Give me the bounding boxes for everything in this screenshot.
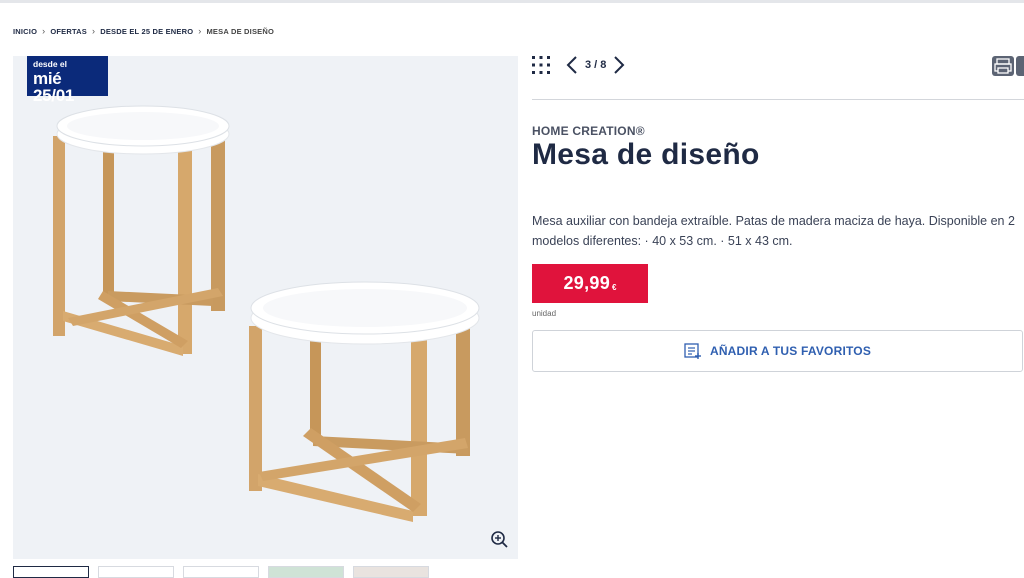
thumbnail[interactable]	[268, 566, 344, 578]
gallery-counter: 3 / 8	[585, 59, 607, 71]
date-badge-line1: desde el	[33, 59, 68, 69]
thumbnail[interactable]	[183, 566, 259, 578]
add-to-favorites-label: AÑADIR A TUS FAVORITOS	[709, 344, 872, 358]
add-to-favorites-button[interactable]: AÑADIR A TUS FAVORITOS	[532, 330, 1023, 372]
thumbnail[interactable]	[98, 566, 174, 578]
print-icon	[994, 58, 1012, 74]
table-front	[249, 281, 480, 522]
date-badge: desde el mié 25/01	[27, 56, 108, 104]
gallery-pagination: 3 / 8	[565, 55, 626, 75]
price-currency: €	[612, 283, 617, 292]
breadcrumb-inicio[interactable]: INICIO	[13, 27, 37, 36]
chevron-right-icon: ›	[198, 26, 202, 36]
chevron-right-icon[interactable]	[612, 55, 626, 75]
thumbnail[interactable]	[13, 566, 89, 578]
price-tag: 29,99 €	[532, 264, 648, 303]
breadcrumb-ofertas[interactable]: OFERTAS	[50, 27, 87, 36]
product-title: Mesa de diseño	[532, 138, 760, 171]
zoom-in-icon[interactable]	[490, 530, 510, 550]
breadcrumb-current: MESA DE DISEÑO	[206, 26, 275, 36]
top-border	[0, 0, 1024, 3]
table-back	[53, 105, 230, 356]
share-button[interactable]	[1016, 56, 1024, 76]
product-description: Mesa auxiliar con bandeja extraíble. Pat…	[532, 214, 1015, 248]
thumbnail[interactable]	[353, 566, 429, 578]
breadcrumb-desde-25-enero[interactable]: DESDE EL 25 DE ENERO	[100, 27, 193, 36]
chevron-right-icon: ›	[92, 26, 96, 36]
chevron-right-icon: ›	[42, 26, 46, 36]
chevron-left-icon[interactable]	[565, 55, 579, 75]
price-value: 29,99	[563, 273, 611, 293]
table-illustration	[53, 105, 480, 522]
date-badge-line2: mié 25/01	[33, 68, 75, 105]
thumbnail-strip	[13, 566, 438, 578]
breadcrumb: INICIO › OFERTAS › DESDE EL 25 DE ENERO …	[13, 26, 274, 36]
product-brand: HOME CREATION®	[532, 124, 645, 138]
print-button[interactable]	[992, 56, 1014, 76]
divider	[532, 99, 1024, 100]
add-to-list-icon	[684, 343, 701, 359]
product-image[interactable]	[13, 56, 518, 559]
grid-icon[interactable]	[531, 55, 551, 75]
price-unit: unidad	[532, 309, 557, 318]
